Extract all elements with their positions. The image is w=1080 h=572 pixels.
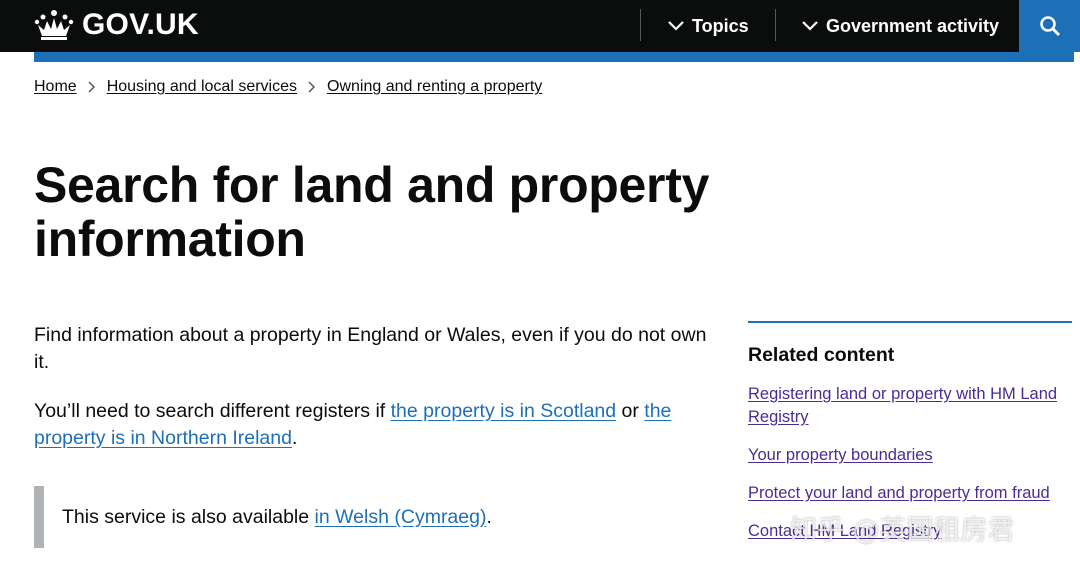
nav-divider <box>775 9 776 41</box>
breadcrumb-owning-renting[interactable]: Owning and renting a property <box>327 78 542 96</box>
registers-text-mid: or <box>616 400 645 422</box>
registers-paragraph: You’ll need to search different register… <box>34 398 724 452</box>
breadcrumb-home[interactable]: Home <box>34 78 77 96</box>
nav-topics[interactable]: Topics <box>668 0 749 52</box>
registers-text-prefix: You’ll need to search different register… <box>34 400 391 422</box>
crown-icon <box>34 10 74 40</box>
page-title: Search for land and property information <box>34 157 710 267</box>
list-item: Protect your land and property from frau… <box>748 482 1072 505</box>
chevron-right-icon <box>88 81 95 93</box>
list-item: Registering land or property with HM Lan… <box>748 383 1072 429</box>
inset-text-prefix: This service is also available <box>62 505 315 528</box>
search-icon <box>1039 16 1060 37</box>
header-blue-bar <box>34 52 1074 62</box>
registers-text-suffix: . <box>291 427 298 449</box>
nav-topics-label: Topics <box>692 15 749 36</box>
welsh-inset-text: This service is also available in Welsh … <box>34 486 714 548</box>
chevron-down-icon <box>802 21 818 31</box>
related-link-registering[interactable]: Registering land or property with HM Lan… <box>748 385 1057 426</box>
list-item: Your property boundaries <box>748 444 1072 467</box>
related-link-boundaries[interactable]: Your property boundaries <box>748 446 933 464</box>
chevron-down-icon <box>668 21 684 31</box>
site-header: GOV.UK Topics Government activity <box>0 0 1080 52</box>
nav-government-activity[interactable]: Government activity <box>802 0 999 52</box>
search-button[interactable] <box>1019 0 1080 52</box>
chevron-right-icon <box>308 81 316 93</box>
logo-text: GOV.UK <box>82 8 199 41</box>
related-link-fraud[interactable]: Protect your land and property from frau… <box>748 484 1050 502</box>
scotland-link[interactable]: the property is in Scotland <box>391 400 616 422</box>
inset-text-suffix: . <box>486 505 492 528</box>
welsh-link[interactable]: in Welsh (Cymraeg) <box>315 506 487 529</box>
intro-paragraph: Find information about a property in Eng… <box>34 324 707 373</box>
related-content-heading: Related content <box>748 344 895 366</box>
watermark: 知乎 @英国租房君 <box>790 515 1015 546</box>
govuk-logo-link[interactable]: GOV.UK <box>34 6 199 44</box>
breadcrumb-housing[interactable]: Housing and local services <box>107 78 297 96</box>
nav-government-activity-label: Government activity <box>826 15 1000 36</box>
nav-divider <box>640 9 641 41</box>
breadcrumb: Home Housing and local services Owning a… <box>34 78 542 96</box>
